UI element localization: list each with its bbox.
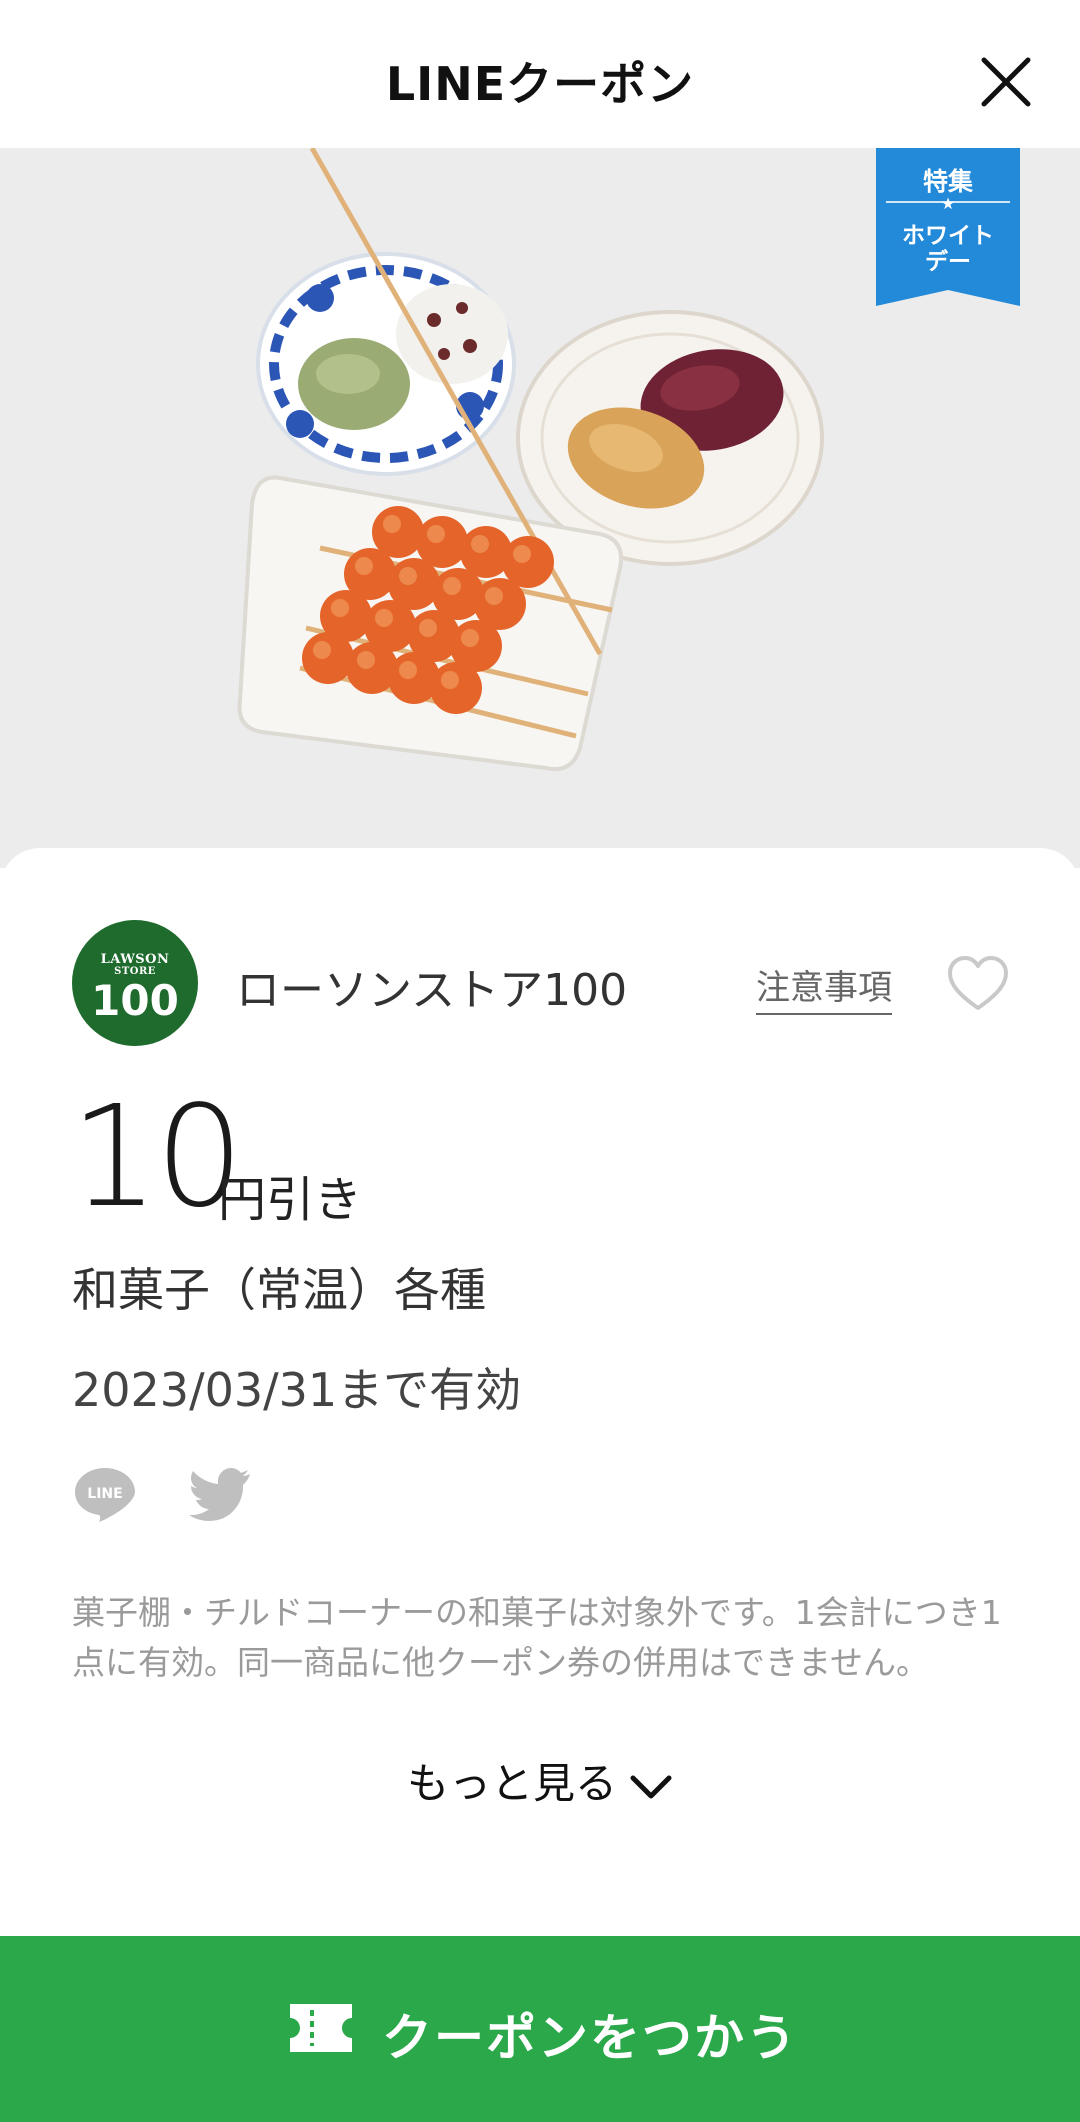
show-more-button[interactable]: もっと見る <box>0 1750 1080 1811</box>
store-name: ローソンストア100 <box>236 965 628 1016</box>
line-share-label: LINE <box>87 1486 122 1502</box>
badge-line2: デー <box>925 249 971 275</box>
heart-outline-icon[interactable] <box>946 954 1010 1014</box>
logo-number: 100 <box>91 976 179 1025</box>
app-header: LINEクーポン <box>0 0 1080 148</box>
twitter-icon[interactable] <box>186 1464 254 1524</box>
show-more-label: もっと見る <box>406 1759 617 1808</box>
coupon-hero-image: 特集 ★ ホワイト デー <box>0 148 1080 868</box>
coupon-description: 菓子棚・チルドコーナーの和菓子は対象外です。1会計につき1点に有効。同一商品に他… <box>72 1588 1002 1720</box>
use-coupon-button[interactable]: クーポンをつかう <box>0 1936 1080 2122</box>
use-coupon-label: クーポンをつかう <box>382 2009 798 2067</box>
store-logo: LAWSON STORE 100 <box>72 920 198 1046</box>
badge-title: 特集 <box>922 167 973 196</box>
logo-text-lawson: LAWSON <box>100 952 170 967</box>
coupon-card: LAWSON STORE 100 ローソンストア100 注意事項 10 円引き … <box>0 848 1080 1940</box>
discount-unit: 円引き <box>218 1172 363 1228</box>
close-icon[interactable] <box>970 46 1042 118</box>
discount-amount: 10 <box>70 1076 244 1239</box>
notice-link[interactable]: 注意事項 <box>756 960 892 1015</box>
line-share-icon[interactable]: LINE <box>72 1464 138 1524</box>
feature-badge[interactable]: 特集 ★ ホワイト デー <box>876 148 1020 306</box>
page-title: LINEクーポン <box>385 57 695 111</box>
validity-date: 2023/03/31まで有効 <box>72 1363 522 1417</box>
description-fade <box>72 1674 1002 1720</box>
ticket-icon <box>290 2004 352 2052</box>
description-text: 菓子棚・チルドコーナーの和菓子は対象外です。1会計につき1点に有効。同一商品に他… <box>72 1593 1002 1682</box>
badge-star-icon: ★ <box>940 194 956 213</box>
chevron-down-icon <box>630 1775 672 1798</box>
product-name: 和菓子（常温）各種 <box>72 1263 486 1317</box>
